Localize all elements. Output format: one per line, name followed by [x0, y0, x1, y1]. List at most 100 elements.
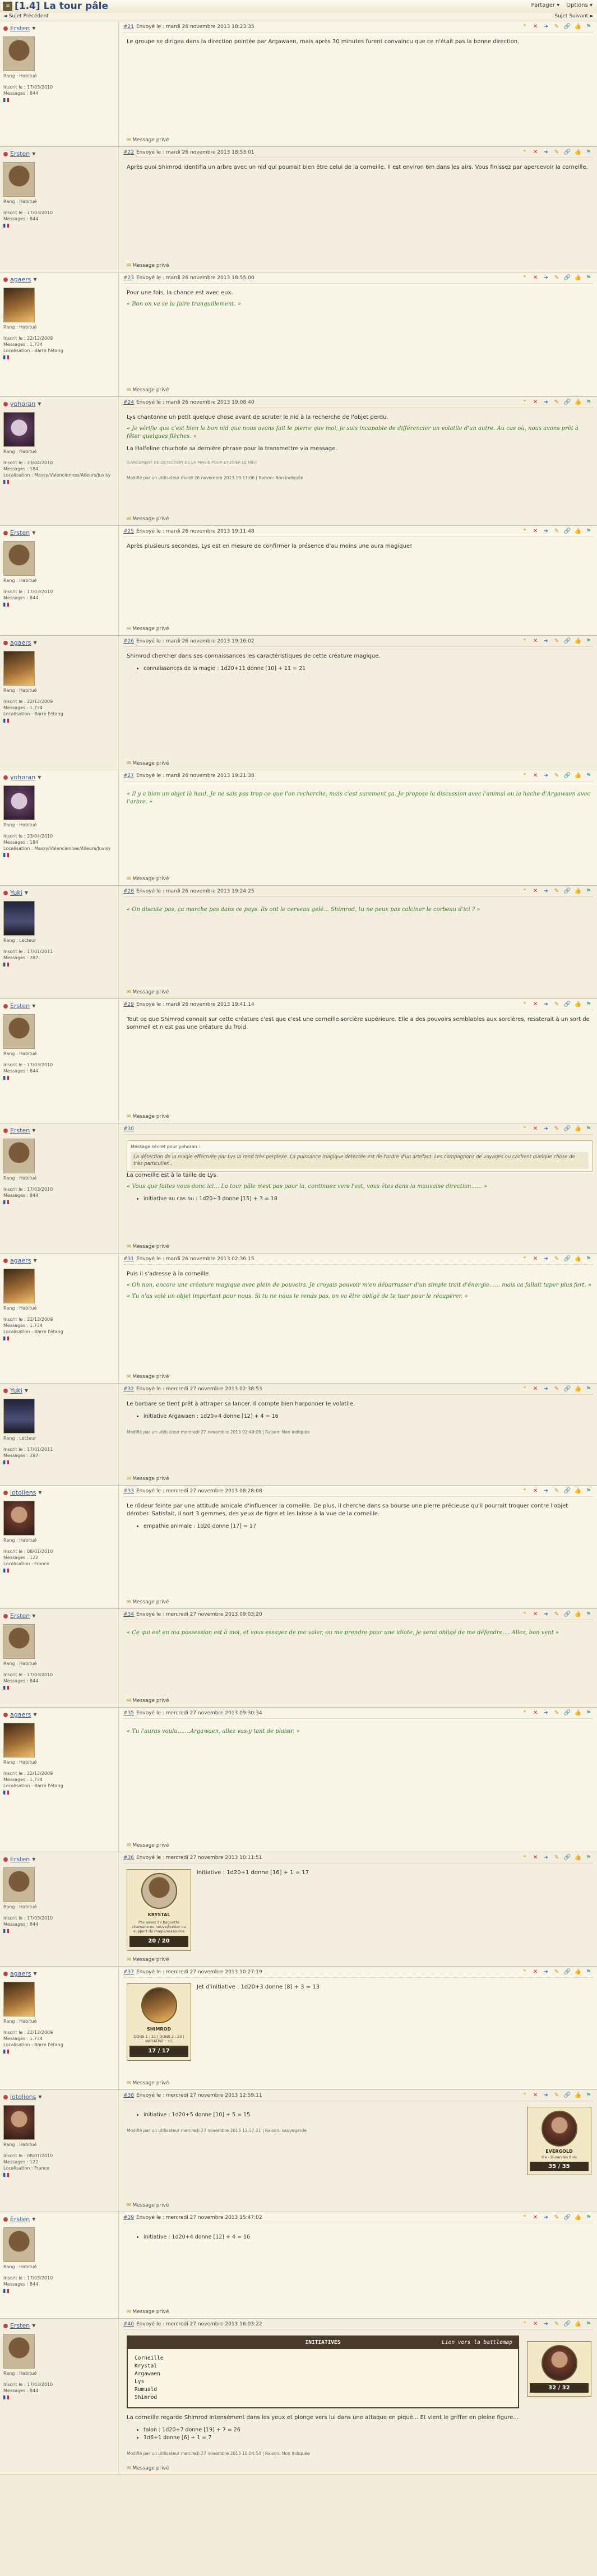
link-icon[interactable]: 🔗	[563, 2214, 571, 2221]
next-topic-link[interactable]: Sujet Suivant ►	[554, 13, 594, 20]
report-icon[interactable]: ⚑	[585, 888, 593, 895]
edit-icon[interactable]: ✎	[553, 1386, 561, 1393]
author-name-link[interactable]: Ersten	[10, 1002, 30, 1010]
chevron-down-icon[interactable]: ▼	[32, 1003, 35, 1009]
thumbs-up-icon[interactable]: 👍	[574, 1611, 582, 1618]
avatar[interactable]	[3, 1139, 35, 1173]
delete-icon[interactable]: ✕	[531, 24, 539, 30]
link-icon[interactable]: 🔗	[563, 1488, 571, 1495]
send-pm-link[interactable]: Message privé	[127, 2466, 169, 2471]
delete-icon[interactable]: ✕	[531, 399, 539, 406]
arrow-right-icon[interactable]: ➜	[542, 638, 550, 645]
author-name-link[interactable]: Ersten	[10, 529, 30, 537]
delete-icon[interactable]: ✕	[531, 1386, 539, 1393]
report-icon[interactable]: ⚑	[585, 1488, 593, 1495]
arrow-right-icon[interactable]: ➜	[542, 1611, 550, 1618]
avatar[interactable]	[3, 162, 35, 197]
author-name-link[interactable]: lotoliens	[10, 2093, 36, 2101]
link-icon[interactable]: 🔗	[563, 2092, 571, 2099]
thumbs-up-icon[interactable]: 👍	[574, 2214, 582, 2221]
quote-icon[interactable]: ❝	[521, 1854, 529, 1861]
delete-icon[interactable]: ✕	[531, 773, 539, 779]
arrow-right-icon[interactable]: ➜	[542, 2214, 550, 2221]
edit-icon[interactable]: ✎	[553, 638, 561, 645]
delete-icon[interactable]: ✕	[531, 2321, 539, 2328]
author-name-link[interactable]: Ersten	[10, 2216, 30, 2223]
link-icon[interactable]: 🔗	[563, 1854, 571, 1861]
arrow-right-icon[interactable]: ➜	[542, 888, 550, 895]
author-name-link[interactable]: lotoliens	[10, 1489, 36, 1496]
link-icon[interactable]: 🔗	[563, 1256, 571, 1262]
edit-icon[interactable]: ✎	[553, 2092, 561, 2099]
post-number-link[interactable]: #29	[123, 1002, 134, 1007]
author-name-link[interactable]: yohoran	[10, 400, 35, 408]
edit-icon[interactable]: ✎	[553, 1854, 561, 1861]
send-pm-link[interactable]: Message privé	[127, 1476, 169, 1482]
delete-icon[interactable]: ✕	[531, 638, 539, 645]
arrow-right-icon[interactable]: ➜	[542, 1001, 550, 1008]
link-icon[interactable]: 🔗	[563, 1126, 571, 1132]
edit-icon[interactable]: ✎	[553, 399, 561, 406]
author-name-link[interactable]: agaers	[10, 639, 31, 646]
send-pm-link[interactable]: Message privé	[127, 1244, 169, 1250]
post-number-link[interactable]: #37	[123, 1969, 134, 1975]
options-menu[interactable]: Options ▾	[566, 2, 593, 8]
link-icon[interactable]: 🔗	[563, 528, 571, 535]
link-icon[interactable]: 🔗	[563, 1611, 571, 1618]
post-number-link[interactable]: #27	[123, 773, 134, 779]
link-icon[interactable]: 🔗	[563, 399, 571, 406]
delete-icon[interactable]: ✕	[531, 1969, 539, 1976]
arrow-right-icon[interactable]: ➜	[542, 399, 550, 406]
delete-icon[interactable]: ✕	[531, 275, 539, 281]
quote-icon[interactable]: ❝	[521, 888, 529, 895]
quote-icon[interactable]: ❝	[521, 1001, 529, 1008]
prev-topic-link[interactable]: ◄ Sujet Précédent	[3, 13, 49, 20]
report-icon[interactable]: ⚑	[585, 1386, 593, 1393]
thumbs-up-icon[interactable]: 👍	[574, 399, 582, 406]
arrow-right-icon[interactable]: ➜	[542, 1126, 550, 1132]
chevron-down-icon[interactable]: ▼	[32, 1128, 35, 1133]
edit-icon[interactable]: ✎	[553, 1001, 561, 1008]
edit-icon[interactable]: ✎	[553, 24, 561, 30]
chevron-down-icon[interactable]: ▼	[34, 640, 37, 645]
send-pm-link[interactable]: Message privé	[127, 137, 169, 143]
avatar[interactable]	[3, 288, 35, 322]
quote-icon[interactable]: ❝	[521, 528, 529, 535]
author-name-link[interactable]: Yuki	[10, 889, 22, 896]
thumbs-up-icon[interactable]: 👍	[574, 275, 582, 281]
arrow-right-icon[interactable]: ➜	[542, 275, 550, 281]
thumbs-up-icon[interactable]: 👍	[574, 1256, 582, 1262]
report-icon[interactable]: ⚑	[585, 1611, 593, 1618]
edit-icon[interactable]: ✎	[553, 149, 561, 156]
link-icon[interactable]: 🔗	[563, 888, 571, 895]
arrow-right-icon[interactable]: ➜	[542, 1256, 550, 1262]
quote-icon[interactable]: ❝	[521, 1126, 529, 1132]
arrow-right-icon[interactable]: ➜	[542, 149, 550, 156]
send-pm-link[interactable]: Message privé	[127, 761, 169, 766]
author-name-link[interactable]: agaers	[10, 1970, 31, 1977]
quote-icon[interactable]: ❝	[521, 638, 529, 645]
report-icon[interactable]: ⚑	[585, 1710, 593, 1717]
post-number-link[interactable]: #33	[123, 1488, 134, 1494]
thumbs-up-icon[interactable]: 👍	[574, 1969, 582, 1976]
report-icon[interactable]: ⚑	[585, 528, 593, 535]
quote-icon[interactable]: ❝	[521, 2214, 529, 2221]
avatar[interactable]	[3, 2105, 35, 2140]
send-pm-link[interactable]: Message privé	[127, 263, 169, 269]
report-icon[interactable]: ⚑	[585, 149, 593, 156]
link-icon[interactable]: 🔗	[563, 1001, 571, 1008]
link-icon[interactable]: 🔗	[563, 1969, 571, 1976]
avatar[interactable]	[3, 1399, 35, 1433]
edit-icon[interactable]: ✎	[553, 1611, 561, 1618]
send-pm-link[interactable]: Message privé	[127, 989, 169, 995]
link-icon[interactable]: 🔗	[563, 773, 571, 779]
report-icon[interactable]: ⚑	[585, 1001, 593, 1008]
quote-icon[interactable]: ❝	[521, 1488, 529, 1495]
thumbs-up-icon[interactable]: 👍	[574, 1386, 582, 1393]
thumbs-up-icon[interactable]: 👍	[574, 773, 582, 779]
thumbs-up-icon[interactable]: 👍	[574, 1710, 582, 1717]
report-icon[interactable]: ⚑	[585, 1969, 593, 1976]
link-icon[interactable]: 🔗	[563, 638, 571, 645]
arrow-right-icon[interactable]: ➜	[542, 773, 550, 779]
chevron-down-icon[interactable]: ▼	[38, 1490, 41, 1495]
